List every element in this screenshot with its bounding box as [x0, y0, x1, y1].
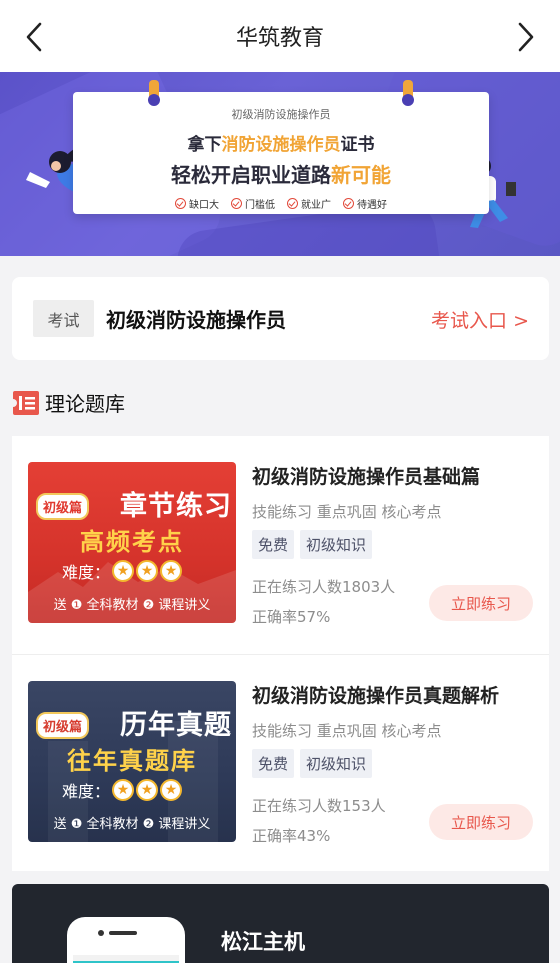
exam-name: 初级消防设施操作员 [106, 308, 286, 332]
check-circle-icon [343, 198, 354, 209]
tag-level: 初级知识 [300, 749, 373, 778]
tag-level: 初级知识 [300, 530, 373, 559]
start-practice-button[interactable]: 立即练习 [429, 804, 533, 840]
course-name: 初级消防设施操作员真题解析 [252, 685, 500, 707]
star-icon: ★ [136, 560, 159, 582]
difficulty-rating: 难度： ★ ★ ★ [62, 559, 183, 583]
check-circle-icon [231, 198, 242, 209]
section-heading: 理论题库 [13, 388, 125, 417]
pin-icon [402, 80, 414, 106]
star-icon: ★ [160, 560, 183, 582]
section-title: 理论题库 [45, 392, 125, 416]
exam-tag: 考试 [33, 300, 94, 337]
level-badge: 初级篇 [36, 493, 90, 520]
phone-illustration [67, 917, 185, 963]
course-thumbnail: 初级篇 历年真题 往年真题库 难度： ★ ★ ★ 送 ❶ 全科教材 ❷ 课程讲义 [28, 681, 236, 842]
forward-button[interactable] [510, 20, 542, 54]
pin-icon [148, 80, 160, 106]
host-promo-card[interactable]: 松江主机 [12, 884, 549, 963]
thumb-title: 历年真题 [120, 710, 232, 741]
course-item[interactable]: 初级篇 历年真题 往年真题库 难度： ★ ★ ★ 送 ❶ 全科教材 ❷ 课程讲义… [12, 654, 549, 871]
exam-card: 考试 初级消防设施操作员 考试入口 > [12, 277, 549, 360]
star-icon: ★ [112, 560, 135, 582]
course-item[interactable]: 初级篇 章节练习 高频考点 难度： ★ ★ ★ 送 ❶ 全科教材 ❷ 课程讲义 … [12, 436, 549, 653]
thumb-title: 章节练习 [120, 491, 232, 522]
chevron-left-icon [26, 22, 42, 52]
phone-screen-bar [73, 943, 179, 955]
practicing-count: 正在练习人数1803人 [252, 578, 396, 596]
course-thumbnail: 初级篇 章节练习 高频考点 难度： ★ ★ ★ 送 ❶ 全科教材 ❷ 课程讲义 [28, 462, 236, 623]
course-tags: 免费 初级知识 [252, 530, 542, 559]
course-desc: 技能练习 重点巩固 核心考点 [252, 722, 442, 740]
chevron-right-icon [518, 22, 534, 52]
difficulty-rating: 难度： ★ ★ ★ [62, 778, 183, 802]
ticket-icon [13, 390, 39, 415]
check-circle-icon [175, 198, 186, 209]
gift-text: 送 ❶ 全科教材 ❷ 课程讲义 [53, 598, 211, 613]
banner-subtitle: 初级消防设施操作员 [231, 108, 331, 121]
difficulty-label: 难度： [62, 782, 111, 801]
difficulty-label: 难度： [62, 563, 111, 582]
banner-board: 初级消防设施操作员 拿下消防设施操作员证书 轻松开启职业道路新可能 缺口大 门槛… [73, 80, 489, 214]
thumb-subtitle: 往年真题库 [67, 747, 197, 775]
speaker-slot [109, 931, 137, 935]
phone-screen [73, 943, 179, 963]
gift-text: 送 ❶ 全科教材 ❷ 课程讲义 [53, 817, 211, 832]
star-icon: ★ [112, 779, 135, 801]
tag-free: 免费 [252, 530, 295, 559]
page-title: 华筑教育 [235, 26, 324, 51]
start-practice-button[interactable]: 立即练习 [429, 585, 533, 621]
banner-feature-list: 缺口大 门槛低 就业广 待遇好 [73, 196, 489, 211]
back-button[interactable] [18, 20, 50, 54]
feature-chip: 待遇好 [343, 196, 387, 211]
accuracy-rate: 正确率57% [252, 608, 331, 626]
course-list: 初级篇 章节练习 高频考点 难度： ★ ★ ★ 送 ❶ 全科教材 ❷ 课程讲义 … [12, 436, 549, 871]
camera-dot [98, 930, 104, 936]
feature-chip: 就业广 [287, 196, 331, 211]
star-icon: ★ [160, 779, 183, 801]
top-bar: 华筑教育 [0, 0, 560, 72]
exam-entry-link[interactable]: 考试入口 > [431, 306, 529, 333]
course-info: 初级消防设施操作员基础篇 技能练习 重点巩固 核心考点 免费 初级知识 [252, 462, 542, 559]
course-tags: 免费 初级知识 [252, 749, 542, 778]
accuracy-rate: 正确率43% [252, 827, 331, 845]
course-desc: 技能练习 重点巩固 核心考点 [252, 503, 442, 521]
check-circle-icon [287, 198, 298, 209]
thumb-subtitle: 高频考点 [80, 528, 184, 556]
tag-free: 免费 [252, 749, 295, 778]
star-icon: ★ [136, 779, 159, 801]
course-info: 初级消防设施操作员真题解析 技能练习 重点巩固 核心考点 免费 初级知识 [252, 681, 542, 778]
promo-title: 松江主机 [221, 930, 305, 954]
promo-banner[interactable]: 初级消防设施操作员 拿下消防设施操作员证书 轻松开启职业道路新可能 缺口大 门槛… [0, 72, 560, 256]
feature-chip: 门槛低 [231, 196, 275, 211]
feature-chip: 缺口大 [175, 196, 219, 211]
banner-headline-2: 轻松开启职业道路新可能 [171, 163, 391, 187]
level-badge: 初级篇 [36, 712, 90, 739]
course-name: 初级消防设施操作员基础篇 [252, 466, 481, 488]
banner-headline-1: 拿下消防设施操作员证书 [187, 135, 375, 155]
practicing-count: 正在练习人数153人 [252, 797, 386, 815]
